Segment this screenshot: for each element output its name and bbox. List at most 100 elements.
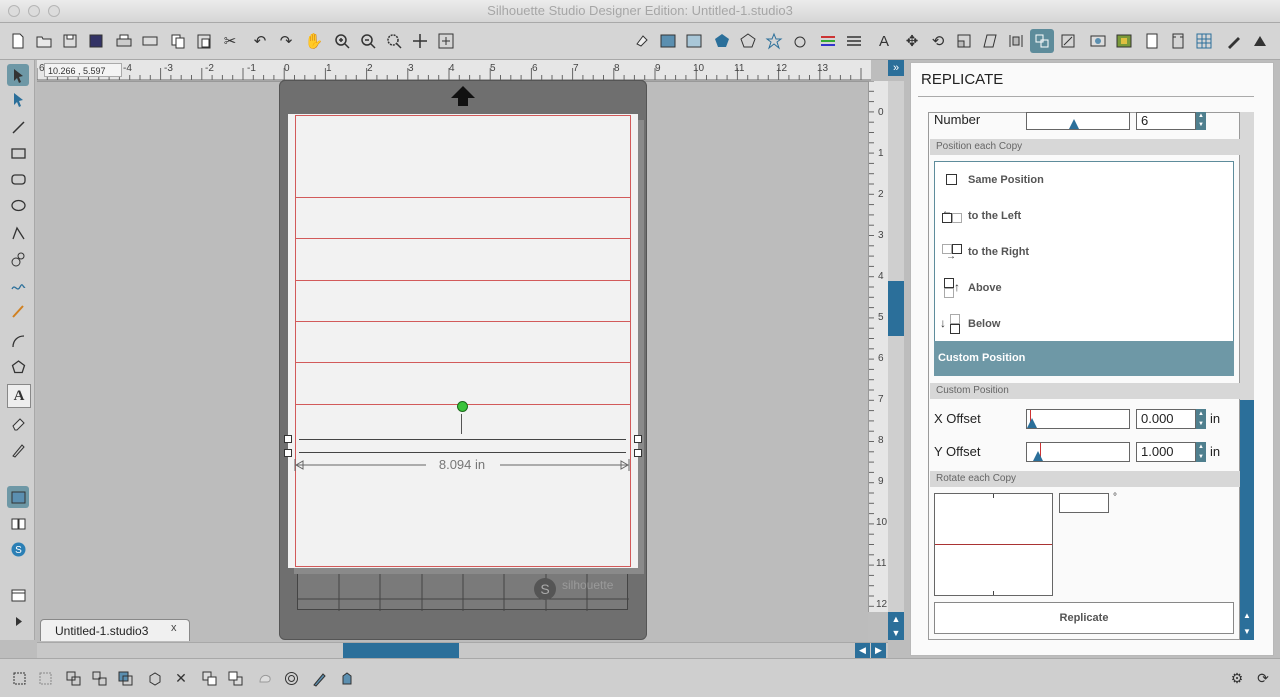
selected-line[interactable] (299, 452, 626, 453)
trace-icon[interactable] (254, 667, 276, 689)
registration-marks-icon[interactable] (1166, 29, 1190, 53)
rectangle-tool-icon[interactable] (7, 142, 29, 164)
option-above[interactable]: ↑ Above (940, 277, 1002, 299)
bring-to-front-icon[interactable] (198, 667, 220, 689)
select-arrow-icon[interactable] (7, 64, 29, 86)
panel-scroll-thumb[interactable] (1240, 400, 1254, 608)
x-offset-slider[interactable] (1026, 409, 1130, 429)
open-folder-icon[interactable] (32, 29, 56, 53)
design-page-icon[interactable] (7, 486, 29, 508)
panel-collapse-icon[interactable]: » (888, 60, 904, 76)
option-same-position[interactable]: Same Position (940, 169, 1044, 191)
send-to-back-icon[interactable] (224, 667, 246, 689)
sketch-pen-icon[interactable] (336, 667, 358, 689)
y-offset-stepper[interactable]: ▲ ▼ (1196, 442, 1206, 462)
offset-icon[interactable] (1112, 29, 1136, 53)
scroll-right-icon[interactable]: ▶ (871, 643, 886, 658)
scroll-left-icon[interactable]: ◀ (855, 643, 870, 658)
zoom-selection-icon[interactable] (382, 29, 406, 53)
text-tool-icon[interactable]: A (7, 384, 31, 408)
make-compound-path-icon[interactable] (114, 667, 136, 689)
new-document-icon[interactable] (6, 29, 30, 53)
drag-zoom-icon[interactable] (408, 29, 432, 53)
text-style-icon[interactable]: A (872, 29, 896, 53)
transform-icon[interactable]: ✥ (900, 29, 924, 53)
page-setup-icon[interactable] (1140, 29, 1164, 53)
close-tab-icon[interactable]: x (171, 622, 177, 634)
replicate-icon[interactable] (1030, 29, 1054, 53)
play-arrow-icon[interactable] (7, 610, 29, 632)
cut-scissors-icon[interactable]: ✂ (218, 29, 242, 53)
rounded-rectangle-tool-icon[interactable] (7, 168, 29, 190)
pan-hand-icon[interactable]: ✋ (302, 29, 326, 53)
arc-tool-icon[interactable] (7, 330, 29, 352)
scroll-up-icon[interactable]: ▲ (888, 612, 904, 626)
offset-rings-icon[interactable] (280, 667, 302, 689)
align-icon[interactable] (1004, 29, 1028, 53)
rotate-icon[interactable]: ⟲ (926, 29, 950, 53)
edit-points-icon[interactable] (7, 88, 29, 110)
number-stepper[interactable]: ▲ ▼ (1196, 112, 1206, 130)
fill-color-icon[interactable] (630, 29, 654, 53)
option-to-the-left[interactable]: ← to the Left (940, 205, 1021, 227)
y-offset-slider[interactable] (1026, 442, 1130, 462)
deselect-icon[interactable] (34, 667, 56, 689)
eraser-tool-icon[interactable] (7, 412, 29, 434)
panel-scroll-up-icon[interactable]: ▲ (1240, 608, 1254, 624)
x-offset-stepper[interactable]: ▲ ▼ (1196, 409, 1206, 429)
horizontal-scrollbar[interactable]: ◀ ▶ (37, 642, 888, 659)
fill-pattern-icon[interactable] (682, 29, 706, 53)
pentagon-outline-icon[interactable] (736, 29, 760, 53)
panel-scroll-down-icon[interactable]: ▼ (1240, 624, 1254, 640)
replicate-button[interactable]: Replicate (934, 602, 1234, 634)
silhouette-store-icon[interactable]: S (7, 538, 29, 560)
rotation-handle[interactable] (457, 401, 468, 412)
scroll-down-icon[interactable]: ▼ (888, 626, 904, 640)
panel-scrollbar[interactable] (1240, 112, 1254, 608)
cut-settings-icon[interactable] (1222, 29, 1246, 53)
ellipse-tool-icon[interactable] (7, 194, 29, 216)
ungroup-icon[interactable] (88, 667, 110, 689)
line-color-icon[interactable] (816, 29, 840, 53)
settings-gear-icon[interactable]: ⚙ (1226, 667, 1248, 689)
refresh-icon[interactable]: ⟳ (1252, 667, 1274, 689)
fit-to-page-icon[interactable] (434, 29, 458, 53)
rotation-angle-field[interactable] (1059, 493, 1109, 513)
library-icon[interactable] (7, 512, 29, 534)
option-custom-position[interactable]: Custom Position (934, 341, 1234, 376)
horizontal-scroll-thumb[interactable] (343, 643, 459, 658)
resize-handle[interactable] (634, 435, 642, 443)
resize-handle[interactable] (634, 449, 642, 457)
number-slider[interactable] (1026, 112, 1130, 130)
send-to-cutter-icon[interactable] (138, 29, 162, 53)
number-field[interactable]: 6 (1136, 112, 1196, 130)
zoom-in-icon[interactable] (330, 29, 354, 53)
regular-polygon-tool-icon[interactable] (7, 356, 29, 378)
redo-icon[interactable]: ↷ (274, 29, 298, 53)
print-icon[interactable] (112, 29, 136, 53)
nesting-icon[interactable] (1056, 29, 1080, 53)
send-icon[interactable] (1248, 29, 1272, 53)
selected-line[interactable] (299, 439, 626, 440)
smooth-freehand-tool-icon[interactable] (7, 300, 29, 322)
polygon-tool-icon[interactable] (7, 222, 29, 244)
window-view-icon[interactable] (7, 584, 29, 606)
group-icon[interactable] (62, 667, 84, 689)
modify-icon[interactable] (1086, 29, 1110, 53)
rotation-dial[interactable] (934, 493, 1053, 596)
line-tool-icon[interactable] (7, 116, 29, 138)
grid-icon[interactable] (1192, 29, 1216, 53)
weld-icon[interactable] (144, 667, 166, 689)
vertical-scrollbar[interactable] (888, 81, 904, 612)
delete-icon[interactable]: ✕ (170, 667, 192, 689)
shadow-icon[interactable] (788, 29, 812, 53)
resize-handle[interactable] (284, 435, 292, 443)
fill-panel-icon[interactable] (656, 29, 680, 53)
y-offset-field[interactable]: 1.000 (1136, 442, 1196, 462)
option-below[interactable]: ↓ Below (940, 313, 1000, 335)
design-page[interactable] (288, 114, 638, 568)
curve-tool-icon[interactable] (7, 248, 29, 270)
knife-tool-icon[interactable] (7, 438, 29, 460)
paste-icon[interactable] (192, 29, 216, 53)
shear-icon[interactable] (978, 29, 1002, 53)
